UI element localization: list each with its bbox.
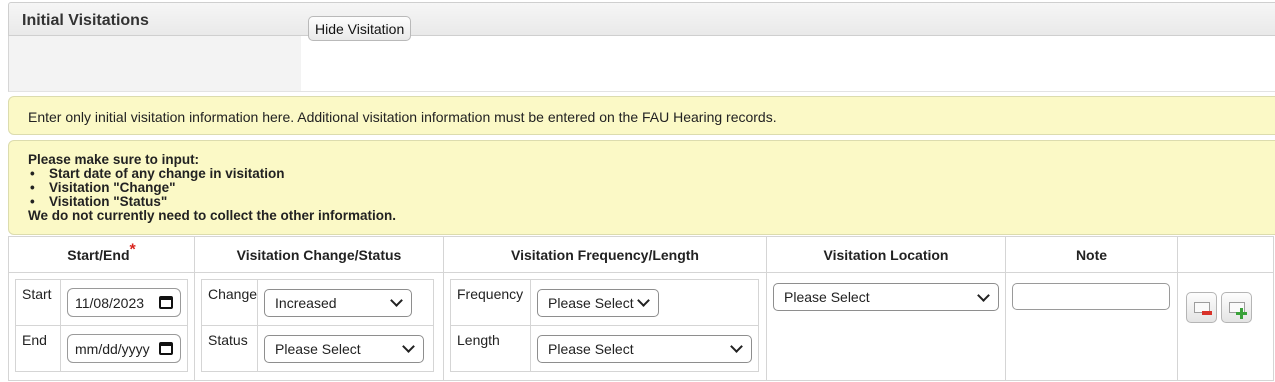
length-label: Length [450, 325, 531, 372]
visitations-table: Start/End* Visitation Change/Status Visi… [8, 236, 1274, 381]
end-date-placeholder: mm/dd/yyyy [75, 340, 150, 357]
row-actions [1186, 292, 1273, 323]
change-select-value: Increased [275, 294, 337, 311]
requirement-item: Visitation "Status" [28, 195, 1275, 209]
header-frequency-length: Visitation Frequency/Length [443, 236, 767, 273]
requirement-item: Start date of any change in visitation [28, 167, 1275, 181]
chevron-down-icon [977, 288, 990, 302]
frequency-select-value: Please Select [548, 294, 634, 311]
header-actions [1177, 236, 1274, 273]
cell-location: Please Select [766, 272, 1006, 381]
chevron-down-icon [730, 340, 743, 353]
start-end-table: Start 11/08/2023 End mm/dd/yyyy [15, 279, 188, 372]
cell-start-end: Start 11/08/2023 End mm/dd/yyyy [8, 272, 195, 381]
length-select[interactable]: Please Select [537, 334, 752, 363]
requirement-item: Visitation "Change" [28, 181, 1275, 195]
cell-change-status: Change Increased Status Please Select [194, 272, 444, 381]
hide-visitation-button[interactable]: Hide Visitation [308, 16, 412, 41]
calendar-icon[interactable] [159, 342, 173, 355]
add-row-button[interactable] [1221, 292, 1252, 323]
start-label: Start [15, 279, 61, 326]
plus-icon-vertical [1240, 308, 1243, 319]
panel-title: Initial Visitations [22, 12, 149, 29]
header-location: Visitation Location [766, 236, 1006, 273]
header-change-status: Visitation Change/Status [194, 236, 444, 273]
start-date-input[interactable]: 11/08/2023 [67, 288, 181, 317]
location-select[interactable]: Please Select [773, 283, 999, 311]
required-marker: * [129, 240, 136, 258]
end-date-input[interactable]: mm/dd/yyyy [67, 334, 181, 363]
cell-frequency-length: Frequency Please Select Length Please Se… [443, 272, 767, 381]
calendar-icon[interactable] [159, 296, 173, 309]
end-label: End [15, 325, 61, 372]
header-start-end-label: Start/End [67, 246, 130, 263]
note-input[interactable] [1012, 283, 1170, 310]
minus-icon [1202, 311, 1212, 315]
header-start-end: Start/End* [8, 236, 195, 273]
chevron-down-icon [390, 294, 403, 307]
header-note: Note [1005, 236, 1178, 273]
frequency-select[interactable]: Please Select [537, 288, 659, 317]
status-select-cell: Please Select [257, 325, 435, 372]
length-select-cell: Please Select [530, 325, 759, 372]
chevron-down-icon [402, 340, 415, 353]
start-date-value: 11/08/2023 [75, 294, 145, 311]
status-label: Status [200, 325, 259, 372]
length-select-value: Please Select [548, 340, 634, 357]
chevron-down-icon [637, 294, 650, 307]
panel-header: Initial Visitations [8, 2, 1275, 36]
remove-row-button[interactable] [1186, 292, 1217, 323]
info-notice: Enter only initial visitation informatio… [8, 96, 1275, 135]
requirements-list: Start date of any change in visitation V… [28, 167, 1275, 209]
requirements-notice: Please make sure to input: Start date of… [8, 140, 1275, 235]
requirements-heading: Please make sure to input: [28, 152, 200, 167]
status-select[interactable]: Please Select [264, 334, 425, 363]
end-date-cell: mm/dd/yyyy [60, 325, 188, 372]
requirements-footer: We do not currently need to collect the … [28, 208, 397, 223]
hide-row-spacer [9, 36, 301, 91]
table-row: Start 11/08/2023 End mm/dd/yyyy Change I… [8, 272, 1274, 381]
location-select-value: Please Select [784, 289, 870, 305]
change-label: Change [200, 279, 259, 326]
cell-actions [1177, 272, 1274, 381]
change-select[interactable]: Increased [264, 288, 413, 317]
frequency-select-cell: Please Select [530, 279, 759, 326]
cell-note [1005, 272, 1178, 381]
frequency-label: Frequency [450, 279, 531, 326]
change-status-table: Change Increased Status Please Select [200, 279, 435, 372]
start-date-cell: 11/08/2023 [60, 279, 188, 326]
info-notice-text: Enter only initial visitation informatio… [28, 109, 777, 125]
frequency-length-table: Frequency Please Select Length Please Se… [450, 279, 759, 372]
status-select-value: Please Select [275, 340, 361, 357]
hide-visitation-row [8, 36, 1275, 92]
change-select-cell: Increased [257, 279, 435, 326]
